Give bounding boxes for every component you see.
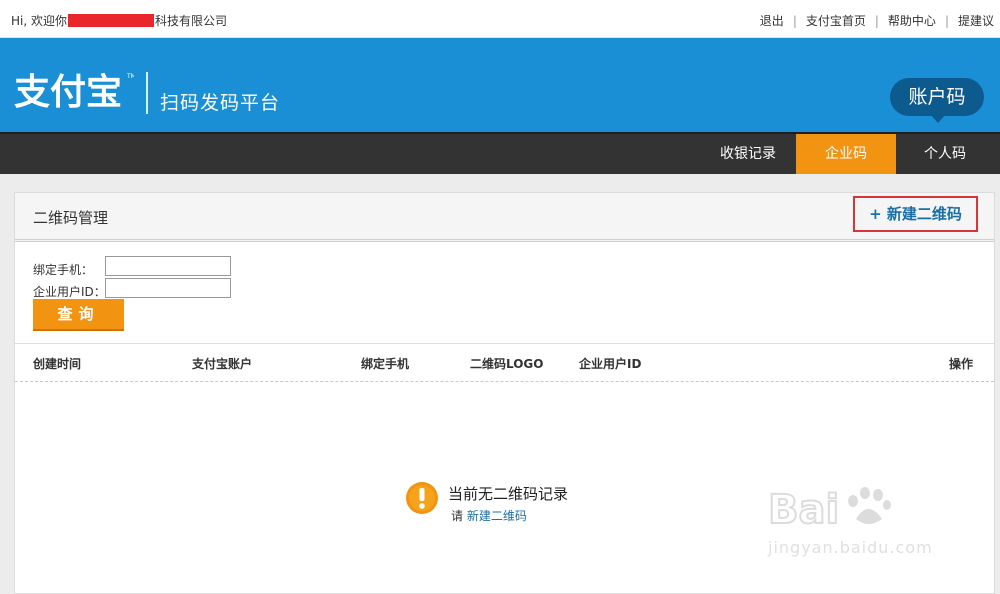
userid-label: 企业用户ID：: [33, 285, 106, 299]
help-center-link[interactable]: 帮助中心: [888, 14, 936, 28]
tab-enterprise-code[interactable]: 企业码: [796, 134, 896, 174]
baidu-watermark-logo: Bai: [767, 475, 968, 538]
empty-state-title: 当前无二维码记录: [448, 485, 569, 503]
alipay-logo[interactable]: 支付宝 TM: [14, 68, 136, 115]
feedback-link[interactable]: 提建议: [958, 14, 994, 28]
svg-text:TM: TM: [126, 73, 134, 80]
empty-state-prompt: 请 新建二维码: [451, 507, 527, 524]
tab-personal-code[interactable]: 个人码: [896, 134, 994, 174]
tab-cashier-records[interactable]: 收银记录: [700, 134, 796, 174]
empty-state-prompt-prefix: 请: [451, 509, 464, 523]
phone-label: 绑定手机：: [33, 263, 94, 277]
account-code-label: 账户码: [908, 86, 966, 108]
nav-bar: 收银记录 企业码 个人码: [0, 132, 1000, 174]
platform-name: 扫码发码平台: [160, 92, 281, 114]
table-header: 创建时间 支付宝账户 绑定手机 二维码LOGO 企业用户ID 操作: [15, 343, 994, 382]
logo-divider: [146, 72, 148, 114]
new-qr-code-button[interactable]: + 新建二维码: [853, 196, 978, 232]
warning-icon: [405, 481, 439, 518]
alipay-home-link[interactable]: 支付宝首页: [806, 14, 866, 28]
logo-text: 支付宝: [14, 72, 122, 112]
greeting-suffix: 科技有限公司: [155, 14, 228, 28]
column-enterprise-userid: 企业用户ID: [579, 357, 642, 371]
baidu-watermark-url: jingyan.baidu.com: [768, 538, 933, 557]
userid-input[interactable]: [105, 278, 231, 298]
top-links: 退出 | 支付宝首页 | 帮助中心 | 提建议: [760, 12, 994, 29]
svg-text:Bai: Bai: [768, 487, 839, 533]
greeting-prefix: Hi, 欢迎你: [11, 14, 67, 28]
separator: |: [874, 14, 879, 28]
empty-state-new-qr-link[interactable]: 新建二维码: [467, 509, 527, 523]
greeting: Hi, 欢迎你 科技有限公司: [11, 12, 227, 29]
separator: |: [944, 14, 949, 28]
bubble-tail: [930, 114, 946, 123]
panel-title: 二维码管理: [33, 209, 109, 227]
column-created-time: 创建时间: [33, 357, 82, 371]
header: 支付宝 TM 扫码发码平台 账户码: [0, 38, 1000, 132]
redacted-company-name: [68, 14, 154, 27]
paw-icon: [848, 487, 891, 524]
query-button[interactable]: 查询: [33, 299, 124, 331]
account-code-badge[interactable]: 账户码: [890, 78, 984, 123]
phone-input[interactable]: [105, 256, 231, 276]
separator: |: [792, 14, 797, 28]
column-qr-logo: 二维码LOGO: [470, 357, 544, 371]
column-alipay-account: 支付宝账户: [192, 357, 253, 371]
logout-link[interactable]: 退出: [760, 14, 784, 28]
top-bar: Hi, 欢迎你 科技有限公司 退出 | 支付宝首页 | 帮助中心 | 提建议: [0, 0, 1000, 38]
column-actions: 操作: [949, 357, 974, 371]
column-bound-phone: 绑定手机: [361, 357, 410, 371]
panel-header: 二维码管理 + 新建二维码: [15, 193, 994, 242]
